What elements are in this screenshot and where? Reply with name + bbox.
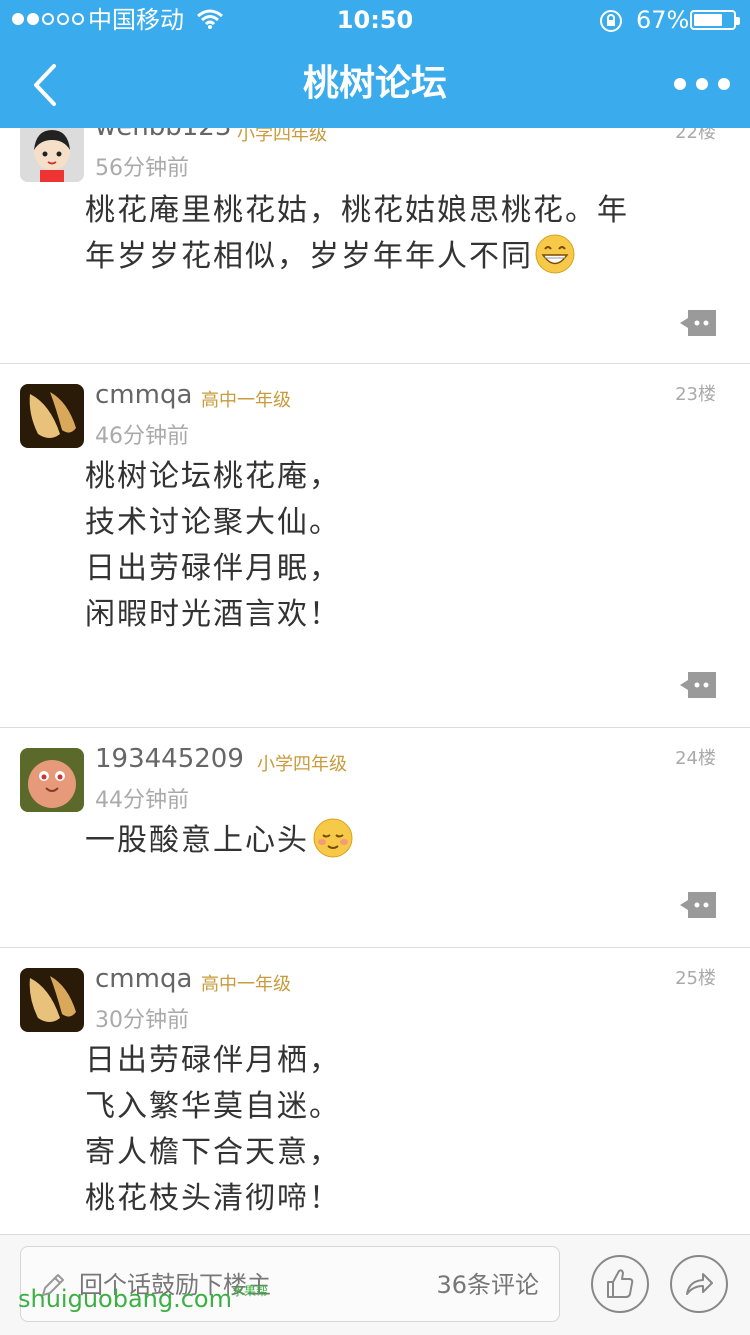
- watermark: shuiguobang.com水果帮: [18, 1284, 269, 1313]
- more-options-icon[interactable]: [674, 78, 730, 90]
- content-line: 桃树论坛桃花庵，: [85, 459, 341, 494]
- relieved-emoji: [313, 818, 353, 858]
- content-line: 年岁岁花相似，岁岁年年人不同: [85, 234, 629, 280]
- content-line: 日出劳碌伴月眠，: [85, 551, 341, 586]
- post-time: 30分钟前: [95, 1008, 189, 1033]
- battery-percent: 67%: [636, 6, 690, 34]
- post-time: 46分钟前: [95, 424, 189, 449]
- comment-count[interactable]: 36条评论: [436, 1247, 539, 1323]
- floor-number: 23楼: [675, 384, 716, 405]
- username[interactable]: cmmqa: [95, 964, 192, 994]
- avatar[interactable]: [20, 748, 84, 812]
- post-content: 日出劳碌伴月栖， 飞入繁华莫自迷。 寄人檐下合天意， 桃花枝头清彻啼！: [85, 1038, 341, 1222]
- like-button[interactable]: [591, 1255, 649, 1313]
- content-line: 飞入繁华莫自迷。: [85, 1089, 341, 1124]
- floor-number: 25楼: [675, 968, 716, 989]
- post-item: cmmqa 高中一年级 23楼 46分钟前 桃树论坛桃花庵， 技术讨论聚大仙。 …: [0, 364, 750, 728]
- post-content: 一股酸意上心头: [85, 818, 353, 864]
- grade-badge: 小学四年级: [257, 754, 347, 775]
- post-item: wenbb123 小学四年级 22楼 56分钟前 桃花庵里桃花姑，桃花姑娘思桃花…: [0, 128, 750, 364]
- avatar[interactable]: [20, 968, 84, 1032]
- username[interactable]: cmmqa: [95, 380, 192, 410]
- content-line: 闲暇时光酒言欢！: [85, 597, 341, 632]
- battery-icon: [690, 10, 740, 30]
- comment-bar: 回个话鼓励下楼主 36条评论 shuiguobang.com水果帮: [0, 1234, 750, 1335]
- floor-number: 22楼: [675, 128, 716, 143]
- content-line: 一股酸意上心头: [85, 818, 353, 864]
- avatar[interactable]: [20, 128, 84, 182]
- grin-emoji: [535, 234, 575, 274]
- grade-badge: 高中一年级: [201, 974, 291, 995]
- grade-badge: 高中一年级: [201, 390, 291, 411]
- post-time: 44分钟前: [95, 788, 189, 813]
- rotation-lock-icon: [600, 10, 622, 32]
- username[interactable]: wenbb123: [95, 128, 231, 142]
- reply-icon[interactable]: [680, 672, 716, 698]
- thumbs-up-icon: [607, 1269, 634, 1298]
- reply-icon[interactable]: [680, 892, 716, 918]
- post-list[interactable]: wenbb123 小学四年级 22楼 56分钟前 桃花庵里桃花姑，桃花姑娘思桃花…: [0, 128, 750, 1234]
- post-item: 193445209 小学四年级 24楼 44分钟前 一股酸意上心头: [0, 728, 750, 948]
- app-header: 中国移动 10:50 67% 桃树论坛: [0, 0, 750, 128]
- post-item: cmmqa 高中一年级 25楼 30分钟前 日出劳碌伴月栖， 飞入繁华莫自迷。 …: [0, 948, 750, 1234]
- content-line: 寄人檐下合天意，: [85, 1135, 341, 1170]
- content-line: 桃花庵里桃花姑，桃花姑娘思桃花。年: [85, 193, 629, 228]
- avatar[interactable]: [20, 384, 84, 448]
- reply-icon[interactable]: [680, 310, 716, 336]
- grade-badge: 小学四年级: [237, 128, 327, 145]
- floor-number: 24楼: [675, 748, 716, 769]
- post-time: 56分钟前: [95, 156, 189, 181]
- username[interactable]: 193445209: [95, 744, 244, 774]
- post-content: 桃树论坛桃花庵， 技术讨论聚大仙。 日出劳碌伴月眠， 闲暇时光酒言欢！: [85, 454, 341, 638]
- share-icon: [686, 1273, 713, 1295]
- content-line: 技术讨论聚大仙。: [85, 505, 341, 540]
- content-line: 桃花枝头清彻啼！: [85, 1181, 341, 1216]
- post-content: 桃花庵里桃花姑，桃花姑娘思桃花。年 年岁岁花相似，岁岁年年人不同: [85, 188, 629, 280]
- nav-bar: 桃树论坛: [0, 40, 750, 128]
- status-bar: 中国移动 10:50 67%: [0, 0, 750, 40]
- content-line: 日出劳碌伴月栖，: [85, 1043, 341, 1078]
- share-button[interactable]: [670, 1255, 728, 1313]
- page-title: 桃树论坛: [302, 63, 447, 104]
